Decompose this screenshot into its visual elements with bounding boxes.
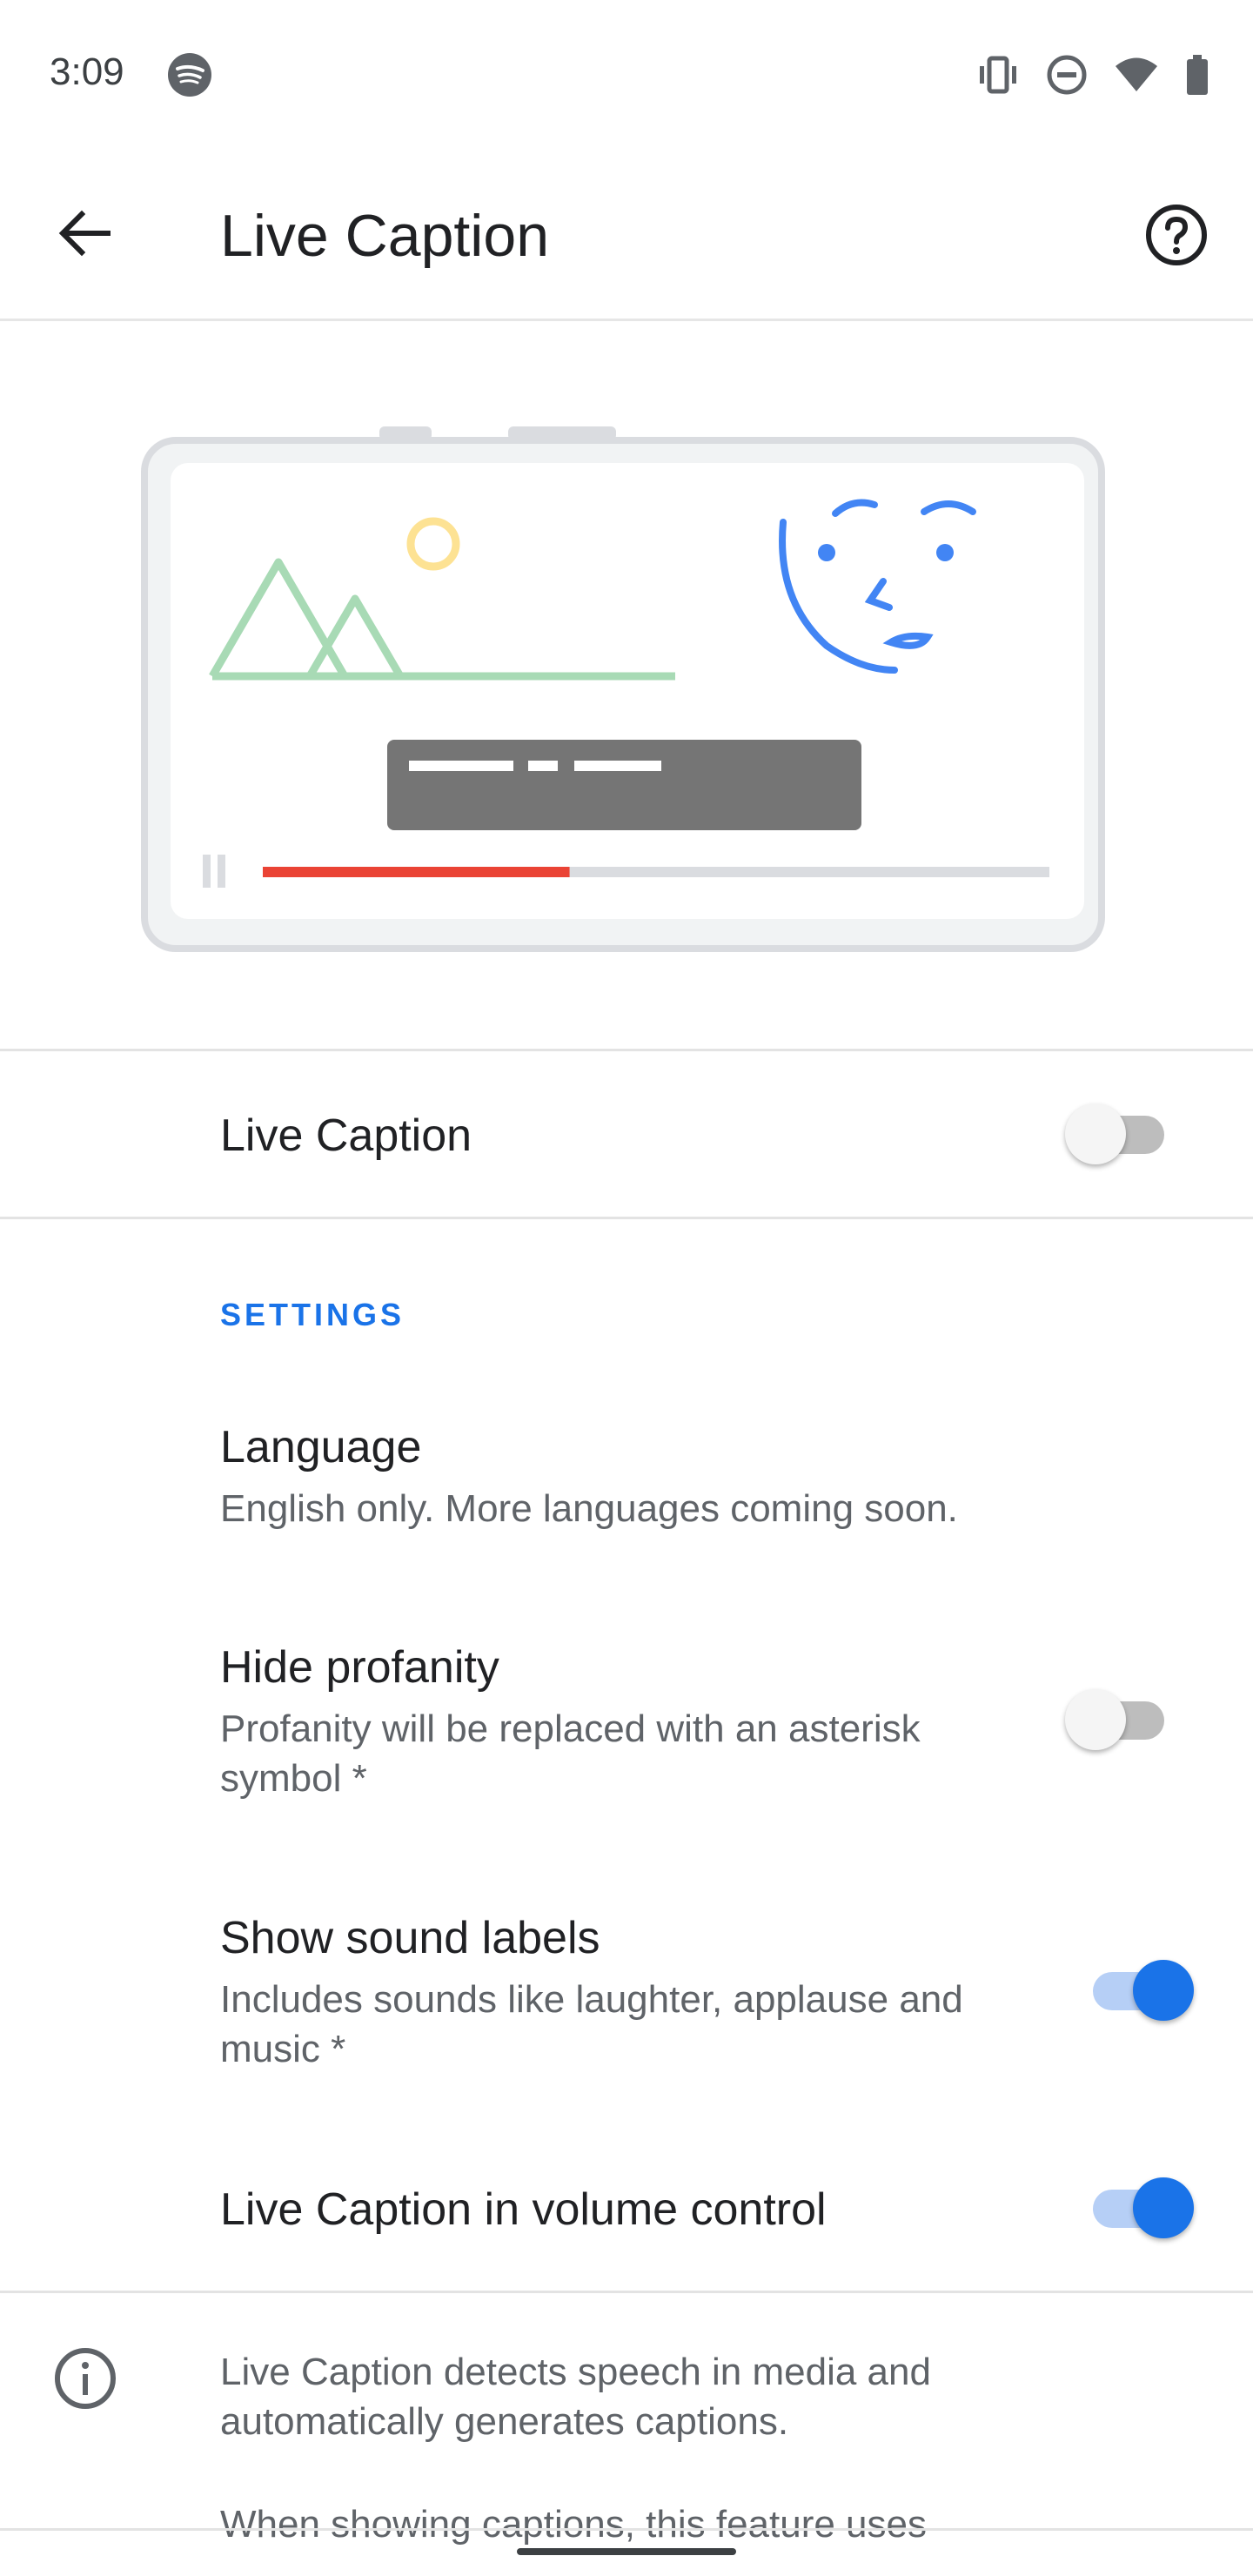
switch-thumb — [1065, 1689, 1126, 1750]
volume-control-title: Live Caption in volume control — [220, 2184, 827, 2235]
progress-fill — [263, 867, 570, 877]
caption-line-3 — [574, 761, 661, 771]
face-eye-right — [936, 544, 954, 561]
battery-icon — [1187, 55, 1208, 95]
show-sound-labels-subtitle: Includes sounds like laughter, applause … — [220, 1978, 963, 2070]
vibrate-icon — [980, 56, 1016, 94]
hide-profanity-subtitle: Profanity will be replaced with an aster… — [220, 1707, 921, 1800]
caption-line-1 — [409, 761, 513, 771]
pause-bar-2 — [218, 855, 225, 888]
status-time: 3:09 — [50, 50, 124, 93]
hide-profanity-switch[interactable] — [1065, 1689, 1169, 1750]
gesture-nav-handle[interactable] — [517, 2548, 736, 2555]
show-sound-labels-title: Show sound labels — [220, 1913, 600, 1963]
status-bar: 3:09 — [0, 0, 1253, 148]
live-caption-switch[interactable] — [1065, 1104, 1169, 1164]
language-title: Language — [220, 1422, 422, 1472]
phone-button-2 — [508, 426, 616, 440]
switch-thumb — [1065, 1104, 1126, 1164]
settings-section-header: SETTINGS — [220, 1297, 405, 1332]
footer-description-continued: When showing captions, this feature uses — [220, 2503, 928, 2546]
spotify-icon — [168, 53, 211, 97]
arrow-back-icon[interactable] — [52, 200, 118, 266]
caption-box — [387, 740, 861, 830]
bottom-divider — [0, 2528, 1253, 2531]
live-caption-toggle-label: Live Caption — [220, 1110, 472, 1161]
switch-thumb — [1133, 2177, 1194, 2238]
caption-line-2 — [528, 761, 558, 771]
live-caption-illustration — [141, 426, 1105, 952]
app-bar: Live Caption — [0, 148, 1253, 321]
do-not-disturb-icon — [1047, 55, 1087, 95]
volume-control-switch[interactable] — [1084, 2177, 1194, 2238]
footer-description: Live Caption detects speech in media and… — [220, 2351, 931, 2443]
page-title: Live Caption — [220, 203, 550, 269]
hide-profanity-title: Hide profanity — [220, 1642, 499, 1693]
divider — [0, 1049, 1253, 1051]
divider — [0, 2291, 1253, 2293]
pause-bar-1 — [203, 855, 211, 888]
info-icon — [55, 2348, 116, 2409]
divider — [0, 1217, 1253, 1219]
show-sound-labels-switch[interactable] — [1084, 1960, 1194, 2021]
language-subtitle: English only. More languages coming soon… — [220, 1487, 958, 1530]
help-circle-icon[interactable] — [1143, 202, 1209, 268]
phone-screen — [171, 463, 1084, 919]
phone-button-1 — [379, 426, 432, 440]
face-eye-left — [818, 544, 835, 561]
wifi-icon — [1116, 57, 1157, 91]
switch-thumb — [1133, 1960, 1194, 2021]
